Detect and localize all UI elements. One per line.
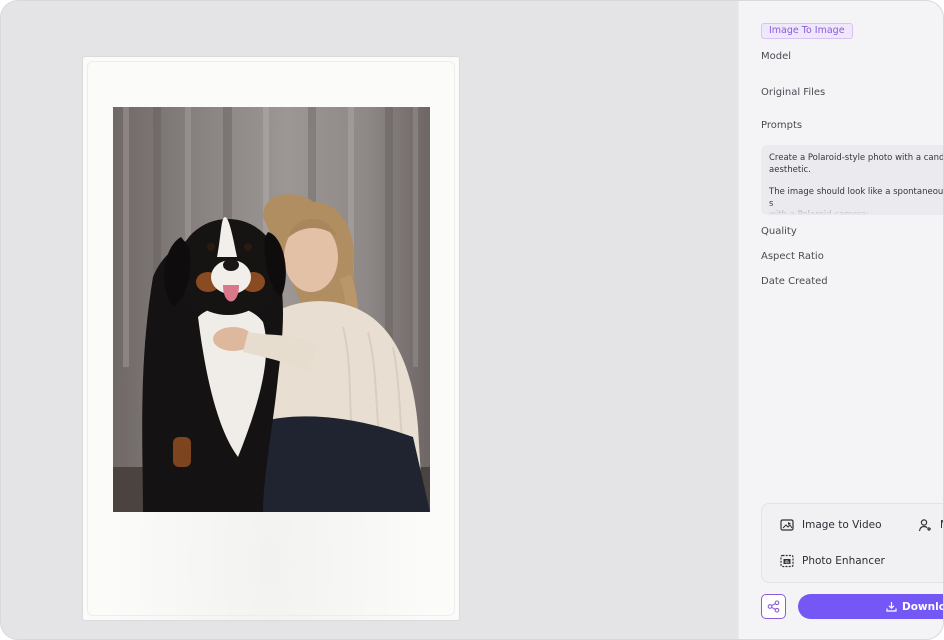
tools-box: Image to Video M 4k xyxy=(761,503,943,583)
prompt-paragraph-1: Create a Polaroid-style photo with a can… xyxy=(769,153,944,175)
quality-label: Quality xyxy=(761,226,797,237)
model-label: Model xyxy=(761,51,792,62)
person-tool-button[interactable]: M xyxy=(918,518,943,532)
original-files-label: Original Files xyxy=(761,87,826,98)
download-label: Downloa xyxy=(902,600,943,613)
photo-enhancer-button[interactable]: 4k Photo Enhancer xyxy=(780,554,885,568)
photo-enhancer-label: Photo Enhancer xyxy=(802,555,885,567)
image-preview-area xyxy=(1,1,738,639)
download-icon xyxy=(886,601,897,612)
photo-illustration xyxy=(113,107,430,512)
share-button[interactable] xyxy=(761,594,786,619)
person-add-icon xyxy=(918,518,932,532)
share-icon xyxy=(767,600,780,613)
image-to-video-label: Image to Video xyxy=(802,519,882,531)
prompt-text-box[interactable]: Create a Polaroid-style photo with a can… xyxy=(761,145,944,215)
svg-text:4k: 4k xyxy=(785,559,791,564)
image-details-panel: Image To Image Model Original Files Prom… xyxy=(738,1,944,639)
image-to-video-icon xyxy=(780,518,794,532)
prompt-fade xyxy=(761,203,943,215)
person-tool-label: M xyxy=(940,519,943,531)
photo-enhancer-icon: 4k xyxy=(780,554,794,568)
image-to-video-button[interactable]: Image to Video xyxy=(780,518,882,532)
mode-tag: Image To Image xyxy=(761,23,853,39)
aspect-ratio-label: Aspect Ratio xyxy=(761,251,824,262)
prompts-label: Prompts xyxy=(761,120,803,131)
generated-polaroid-image[interactable] xyxy=(83,57,459,620)
download-button[interactable]: Downloa xyxy=(798,594,943,619)
polaroid-photo xyxy=(113,107,430,512)
app-window: Image To Image Model Original Files Prom… xyxy=(0,0,944,640)
date-created-label: Date Created xyxy=(761,276,828,287)
